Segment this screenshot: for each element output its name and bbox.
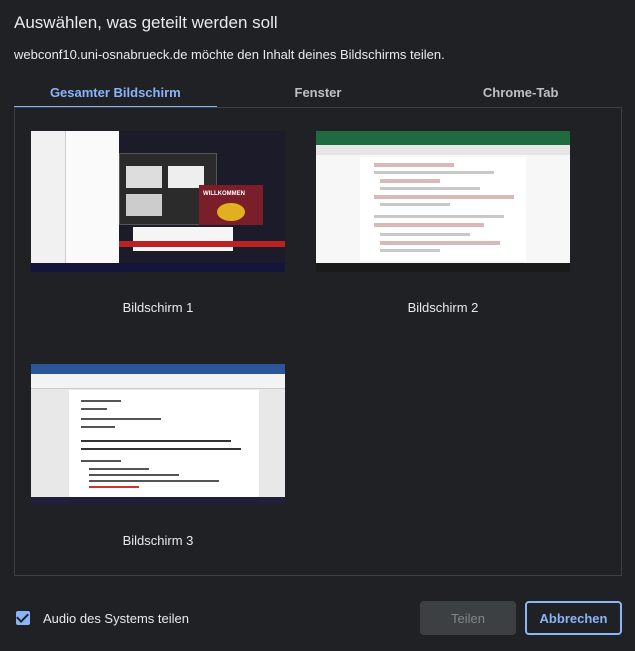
dialog-subtitle: webconf10.uni-osnabrueck.de möchte den I… [14, 47, 445, 62]
screen-option-3[interactable]: Bildschirm 3 [31, 364, 285, 548]
tab-window[interactable]: Fenster [217, 78, 420, 108]
screen-1-label: Bildschirm 1 [122, 300, 194, 315]
screen-1-thumbnail: WILLKOMMEN [31, 131, 285, 272]
screen-2-label: Bildschirm 2 [407, 300, 479, 315]
screen-3-thumbnail [31, 364, 285, 505]
screen-2-thumbnail [316, 131, 570, 272]
audio-label: Audio des Systems teilen [43, 611, 189, 626]
cancel-button[interactable]: Abbrechen [525, 601, 622, 635]
tab-chrome-tab[interactable]: Chrome-Tab [419, 78, 622, 108]
audio-checkbox[interactable] [16, 610, 30, 625]
screen-1-banner-text: WILLKOMMEN [203, 191, 245, 197]
screen-option-2[interactable]: Bildschirm 2 [316, 131, 570, 315]
screen-list-panel: WILLKOMMEN Bildschirm 1 Bildschirm 2 Bil… [14, 108, 622, 576]
screen-3-label: Bildschirm 3 [122, 533, 194, 548]
tab-entire-screen[interactable]: Gesamter Bildschirm [14, 78, 217, 108]
dialog-title: Auswählen, was geteilt werden soll [14, 13, 278, 32]
screen-option-1[interactable]: WILLKOMMEN Bildschirm 1 [31, 131, 285, 315]
source-tabs: Gesamter Bildschirm Fenster Chrome-Tab [14, 78, 622, 108]
share-button[interactable]: Teilen [420, 601, 516, 635]
check-icon [16, 610, 29, 623]
